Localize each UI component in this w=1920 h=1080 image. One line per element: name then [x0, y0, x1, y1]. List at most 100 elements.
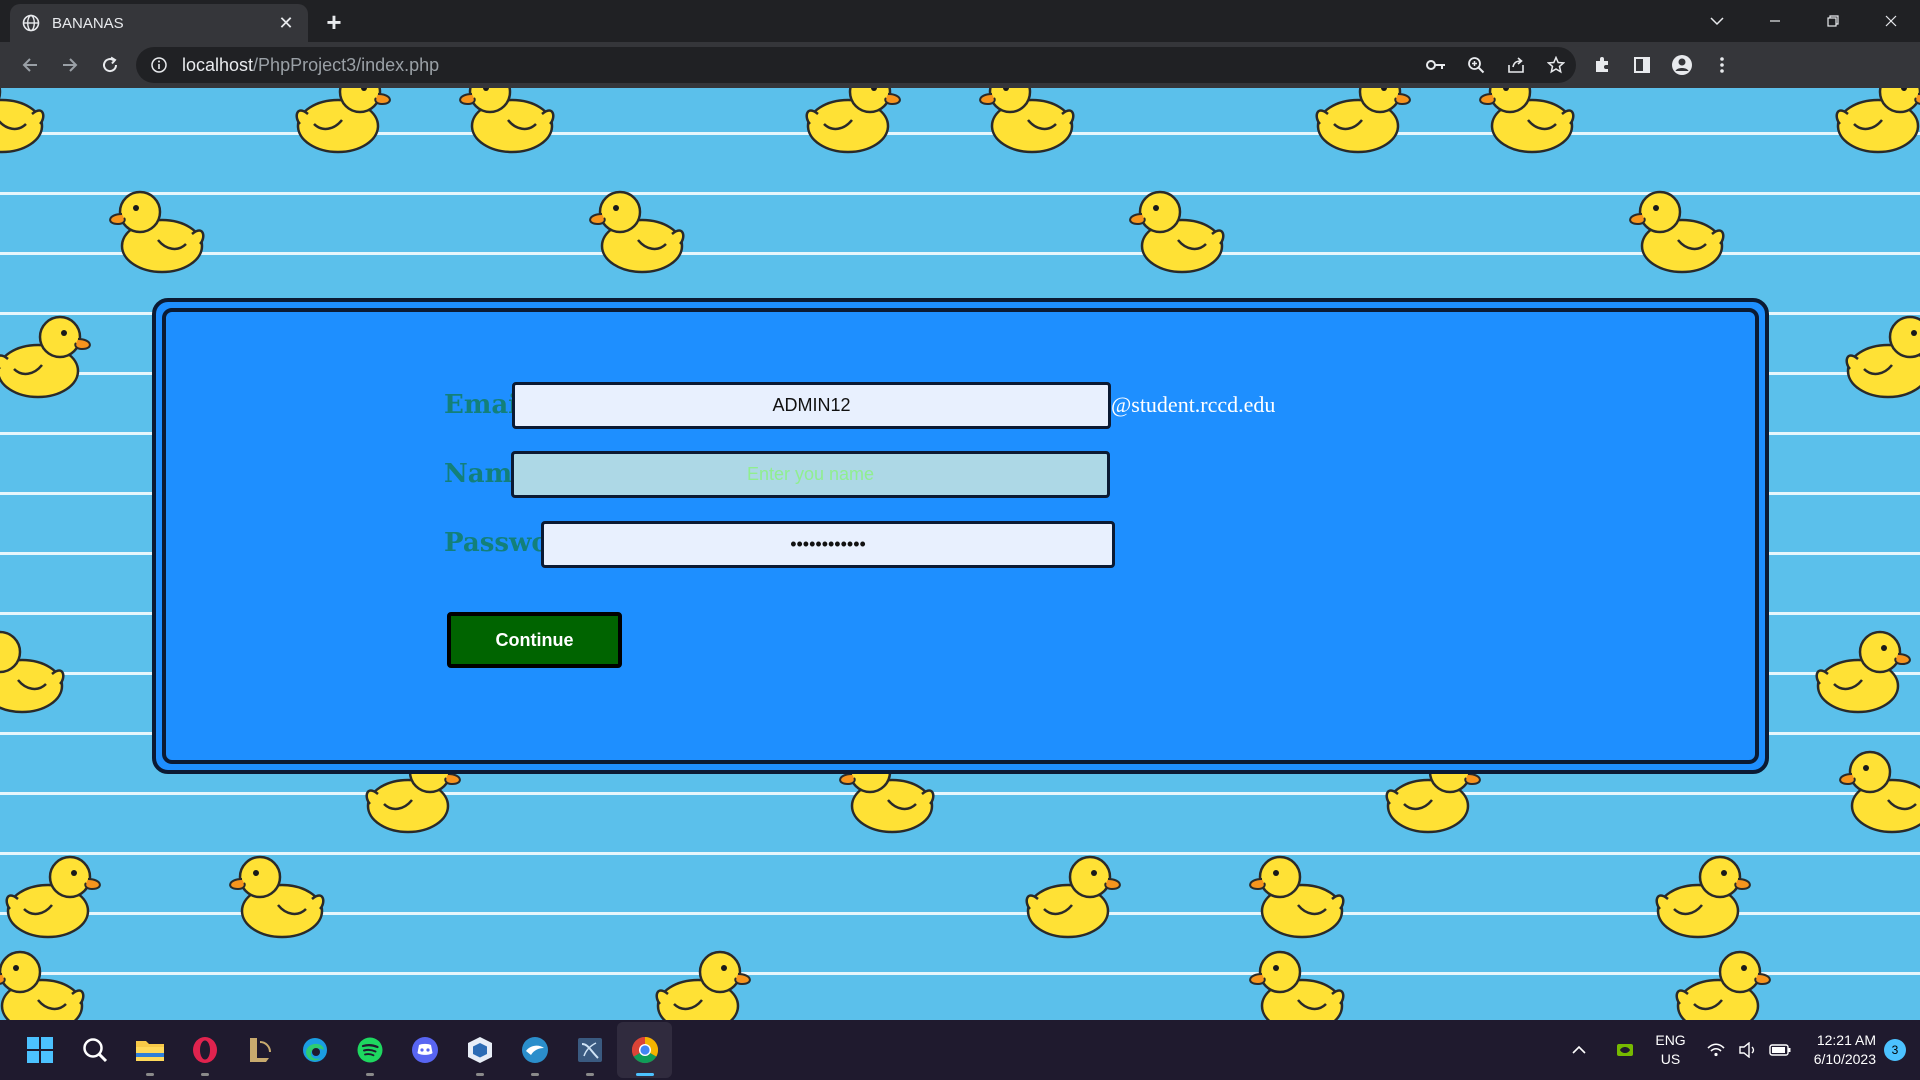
- login-form-card: Email. ADMIN12 @student.rccd.edu Name. E…: [152, 298, 1769, 774]
- site-info-icon[interactable]: [150, 56, 168, 74]
- duck-illustration: [1120, 178, 1230, 278]
- menu-icon[interactable]: [1702, 45, 1742, 85]
- taskbar-mysql-workbench[interactable]: [507, 1022, 562, 1078]
- windows-icon: [26, 1037, 53, 1063]
- email-domain-suffix: @student.rccd.edu: [1111, 392, 1276, 417]
- duck-illustration: [100, 178, 210, 278]
- globe-icon: [22, 14, 40, 32]
- clock-date: 6/10/2023: [1813, 1051, 1876, 1067]
- address-bar[interactable]: localhost/PhpProject3/index.php: [136, 47, 1576, 83]
- duck-illustration: [0, 938, 90, 1020]
- running-indicator: [585, 1073, 594, 1076]
- running-indicator: [530, 1073, 539, 1076]
- forward-icon[interactable]: [50, 45, 90, 85]
- window-controls: [1688, 0, 1920, 42]
- opera-icon: [192, 1037, 217, 1063]
- browser-tab[interactable]: BANANAS ✕: [10, 4, 308, 42]
- running-indicator: [365, 1073, 374, 1076]
- duck-illustration: [1840, 303, 1920, 403]
- duck-illustration: [1830, 88, 1920, 158]
- tab-search-icon[interactable]: [1688, 1, 1746, 41]
- duck-illustration: [1470, 88, 1580, 158]
- taskbar-opera[interactable]: [177, 1022, 232, 1078]
- folder-icon: [135, 1041, 164, 1061]
- tab-title: BANANAS: [52, 14, 124, 32]
- chrome-icon: [631, 1036, 658, 1064]
- side-panel-icon[interactable]: [1622, 45, 1662, 85]
- browser-tabstrip: BANANAS ✕ +: [0, 0, 1920, 42]
- page-viewport: Email. ADMIN12 @student.rccd.edu Name. E…: [0, 88, 1920, 1020]
- duck-illustration: [650, 938, 760, 1020]
- spotify-icon: [357, 1037, 382, 1063]
- password-field[interactable]: ••••••••••••: [541, 521, 1115, 568]
- duck-illustration: [220, 843, 330, 943]
- discord-icon: [411, 1037, 438, 1063]
- running-indicator: [475, 1073, 484, 1076]
- duck-illustration: [970, 88, 1080, 158]
- bookmark-star-icon[interactable]: [1536, 47, 1576, 83]
- taskbar-edge[interactable]: [287, 1022, 342, 1078]
- tab-close-icon[interactable]: ✕: [276, 13, 296, 33]
- notification-badge[interactable]: 3: [1884, 1039, 1906, 1061]
- name-field[interactable]: Enter you name: [511, 451, 1110, 498]
- taskbar-chrome[interactable]: [617, 1022, 672, 1078]
- duck-illustration: [1830, 738, 1920, 838]
- language-indicator[interactable]: ENG US: [1655, 1031, 1685, 1069]
- extensions-icon[interactable]: [1582, 45, 1622, 85]
- duck-illustration: [1620, 178, 1730, 278]
- league-of-legends-icon: [249, 1038, 271, 1062]
- minimize-icon[interactable]: [1746, 1, 1804, 41]
- volume-icon[interactable]: [1734, 1036, 1762, 1064]
- login-form: Email. ADMIN12 @student.rccd.edu Name. E…: [162, 308, 1759, 764]
- back-icon[interactable]: [10, 45, 50, 85]
- clock[interactable]: 12:21 AM 6/10/2023: [1814, 1031, 1876, 1069]
- taskbar-file-explorer[interactable]: [122, 1022, 177, 1078]
- region-code: US: [1660, 1051, 1681, 1067]
- taskbar: ENG US 12:21 AM 6/10/2023 3: [0, 1020, 1920, 1080]
- taskbar-spotify[interactable]: [342, 1022, 397, 1078]
- restore-icon[interactable]: [1804, 1, 1862, 41]
- share-icon[interactable]: [1496, 47, 1536, 83]
- duck-illustration: [450, 88, 560, 158]
- dolphin-icon: [521, 1037, 548, 1063]
- duck-illustration: [1810, 618, 1920, 718]
- duck-illustration: [0, 843, 110, 943]
- edge-icon: [302, 1038, 327, 1062]
- reload-icon[interactable]: [90, 45, 130, 85]
- battery-icon[interactable]: [1766, 1036, 1794, 1064]
- search-icon: [82, 1038, 107, 1063]
- taskbar-discord[interactable]: [397, 1022, 452, 1078]
- running-indicator: [145, 1073, 154, 1076]
- duck-illustration: [1650, 843, 1760, 943]
- virtualbox-icon: [467, 1037, 492, 1063]
- system-tray: ENG US 12:21 AM 6/10/2023 3: [1563, 1020, 1920, 1080]
- taskbar-sql-tool[interactable]: [562, 1022, 617, 1078]
- duck-illustration: [0, 303, 100, 403]
- taskbar-virtualbox[interactable]: [452, 1022, 507, 1078]
- close-window-icon[interactable]: [1862, 1, 1920, 41]
- chevron-up-icon[interactable]: [1565, 1036, 1593, 1064]
- duck-illustration: [1240, 938, 1350, 1020]
- wifi-icon[interactable]: [1702, 1036, 1730, 1064]
- duck-illustration: [290, 88, 400, 158]
- profile-icon[interactable]: [1662, 45, 1702, 85]
- duck-illustration: [0, 88, 50, 158]
- start-button[interactable]: [12, 1022, 67, 1078]
- taskbar-league-of-legends[interactable]: [232, 1022, 287, 1078]
- duck-illustration: [1020, 843, 1130, 943]
- running-indicator: [635, 1073, 654, 1076]
- email-field[interactable]: ADMIN12: [512, 382, 1111, 429]
- url-path: /PhpProject3/index.php: [253, 54, 440, 75]
- duck-illustration: [580, 178, 690, 278]
- continue-button[interactable]: Continue: [447, 612, 622, 668]
- search-button[interactable]: [67, 1022, 122, 1078]
- database-tool-icon: [577, 1038, 602, 1062]
- key-icon[interactable]: [1416, 47, 1456, 83]
- clock-time: 12:21 AM: [1816, 1032, 1876, 1048]
- browser-toolbar: localhost/PhpProject3/index.php: [0, 42, 1920, 88]
- nvidia-icon[interactable]: [1611, 1036, 1639, 1064]
- zoom-icon[interactable]: [1456, 47, 1496, 83]
- url-host: localhost: [182, 54, 254, 75]
- new-tab-button[interactable]: +: [316, 4, 352, 40]
- duck-illustration: [800, 88, 910, 158]
